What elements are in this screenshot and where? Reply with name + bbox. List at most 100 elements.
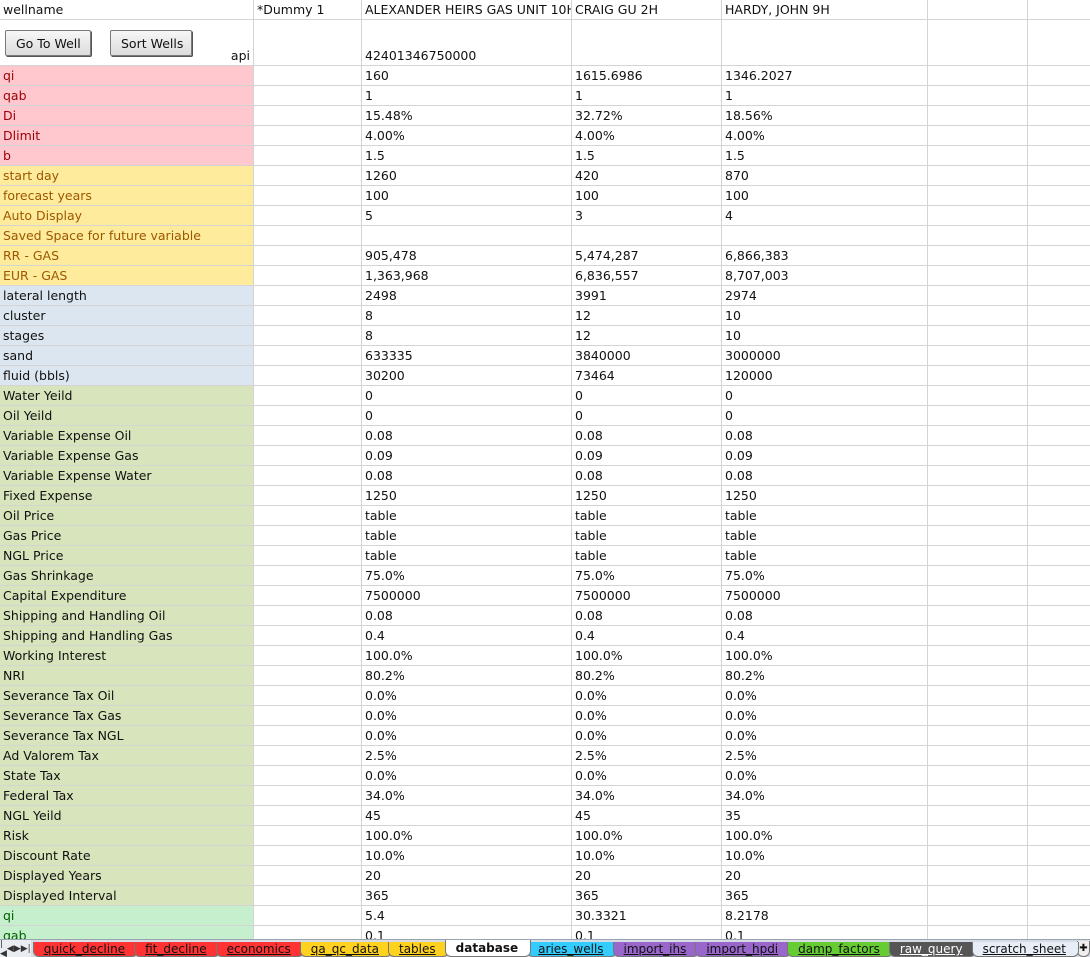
api-cell[interactable] <box>722 20 928 65</box>
value-cell[interactable]: 7500000 <box>722 586 928 605</box>
cell-empty[interactable] <box>1028 66 1090 85</box>
next-sheet-icon[interactable]: ▶ <box>14 944 21 954</box>
value-cell[interactable] <box>254 446 362 465</box>
sheet-tab[interactable]: import_ihs <box>612 942 700 957</box>
value-cell[interactable] <box>254 786 362 805</box>
cell-empty[interactable] <box>928 446 1028 465</box>
cell-empty[interactable] <box>928 426 1028 445</box>
value-cell[interactable]: 34.0% <box>572 786 722 805</box>
value-cell[interactable] <box>254 246 362 265</box>
value-cell[interactable]: 3840000 <box>572 346 722 365</box>
value-cell[interactable]: 34.0% <box>362 786 572 805</box>
value-cell[interactable]: 0.08 <box>362 466 572 485</box>
cell-empty[interactable] <box>928 266 1028 285</box>
cell-empty[interactable] <box>1028 446 1090 465</box>
cell-empty[interactable] <box>928 626 1028 645</box>
value-cell[interactable]: 5,474,287 <box>572 246 722 265</box>
cell-empty[interactable] <box>1028 466 1090 485</box>
row-label-cell[interactable]: Displayed Interval <box>0 886 254 905</box>
value-cell[interactable]: 10.0% <box>362 846 572 865</box>
cell-empty[interactable] <box>928 0 1028 19</box>
value-cell[interactable] <box>254 526 362 545</box>
cell-empty[interactable] <box>1028 146 1090 165</box>
cell-empty[interactable] <box>1028 366 1090 385</box>
row-label-cell[interactable]: Shipping and Handling Gas <box>0 626 254 645</box>
value-cell[interactable]: 120000 <box>722 366 928 385</box>
value-cell[interactable]: 6,836,557 <box>572 266 722 285</box>
value-cell[interactable]: 4 <box>722 206 928 225</box>
row-label-cell[interactable]: Gas Shrinkage <box>0 566 254 585</box>
value-cell[interactable]: 45 <box>572 806 722 825</box>
value-cell[interactable] <box>254 886 362 905</box>
value-cell[interactable] <box>254 746 362 765</box>
sheet-tab[interactable]: scratch_sheet <box>971 942 1079 957</box>
cell-empty[interactable] <box>1028 786 1090 805</box>
value-cell[interactable]: 0.08 <box>362 606 572 625</box>
value-cell[interactable]: 80.2% <box>362 666 572 685</box>
cell-empty[interactable] <box>928 746 1028 765</box>
cell-empty[interactable] <box>928 346 1028 365</box>
value-cell[interactable]: 0.0% <box>362 766 572 785</box>
cell-empty[interactable] <box>1028 766 1090 785</box>
row-label-cell[interactable]: EUR - GAS <box>0 266 254 285</box>
value-cell[interactable]: 1250 <box>362 486 572 505</box>
value-cell[interactable] <box>254 606 362 625</box>
value-cell[interactable]: 0.4 <box>722 626 928 645</box>
value-cell[interactable]: 18.56% <box>722 106 928 125</box>
value-cell[interactable]: 8,707,003 <box>722 266 928 285</box>
cell-empty[interactable] <box>1028 486 1090 505</box>
cell-well-col-3[interactable]: CRAIG GU 2H <box>572 0 722 19</box>
sheet-tab[interactable]: qa_qc_data <box>299 942 392 957</box>
value-cell[interactable]: 0.08 <box>722 466 928 485</box>
value-cell[interactable]: 3991 <box>572 286 722 305</box>
cell-empty[interactable] <box>928 166 1028 185</box>
cell-empty[interactable] <box>928 846 1028 865</box>
value-cell[interactable]: 160 <box>362 66 572 85</box>
value-cell[interactable] <box>254 346 362 365</box>
cell-empty[interactable] <box>928 20 1028 65</box>
value-cell[interactable]: 0.0% <box>362 706 572 725</box>
value-cell[interactable]: 35 <box>722 806 928 825</box>
value-cell[interactable]: table <box>362 506 572 525</box>
value-cell[interactable]: 100.0% <box>572 646 722 665</box>
value-cell[interactable]: 0.4 <box>572 626 722 645</box>
row-label-cell[interactable]: Water Yeild <box>0 386 254 405</box>
go-to-well-button[interactable]: Go To Well <box>5 30 91 56</box>
value-cell[interactable]: table <box>572 546 722 565</box>
value-cell[interactable]: 10.0% <box>722 846 928 865</box>
row-label-cell[interactable]: NGL Price <box>0 546 254 565</box>
row-label-cell[interactable]: Variable Expense Oil <box>0 426 254 445</box>
cell-empty[interactable] <box>1028 866 1090 885</box>
cell-empty[interactable] <box>1028 346 1090 365</box>
api-cell[interactable] <box>572 20 722 65</box>
value-cell[interactable]: 420 <box>572 166 722 185</box>
value-cell[interactable]: 8 <box>362 326 572 345</box>
row-label-cell[interactable]: Displayed Years <box>0 866 254 885</box>
value-cell[interactable] <box>254 506 362 525</box>
value-cell[interactable] <box>254 826 362 845</box>
row-label-cell[interactable]: Severance Tax Oil <box>0 686 254 705</box>
cell-wellname-header[interactable]: wellname <box>0 0 254 19</box>
row-label-cell[interactable]: RR - GAS <box>0 246 254 265</box>
row-label-cell[interactable]: Fixed Expense <box>0 486 254 505</box>
value-cell[interactable] <box>254 206 362 225</box>
sort-wells-button[interactable]: Sort Wells <box>110 30 192 56</box>
value-cell[interactable]: 0.08 <box>572 426 722 445</box>
value-cell[interactable] <box>254 626 362 645</box>
cell-empty[interactable] <box>928 366 1028 385</box>
value-cell[interactable]: 2.5% <box>722 746 928 765</box>
value-cell[interactable]: 15.48% <box>362 106 572 125</box>
value-cell[interactable]: 30.3321 <box>572 906 722 925</box>
cell-empty[interactable] <box>928 206 1028 225</box>
value-cell[interactable]: 1260 <box>362 166 572 185</box>
value-cell[interactable]: 1 <box>572 86 722 105</box>
cell-empty[interactable] <box>928 286 1028 305</box>
cell-empty[interactable] <box>1028 106 1090 125</box>
row-label-cell[interactable]: sand <box>0 346 254 365</box>
value-cell[interactable]: 0.4 <box>362 626 572 645</box>
row-label-cell[interactable]: NGL Yeild <box>0 806 254 825</box>
cell-empty[interactable] <box>1028 266 1090 285</box>
cell-empty[interactable] <box>928 586 1028 605</box>
cell-empty[interactable] <box>1028 126 1090 145</box>
cell-empty[interactable] <box>928 826 1028 845</box>
